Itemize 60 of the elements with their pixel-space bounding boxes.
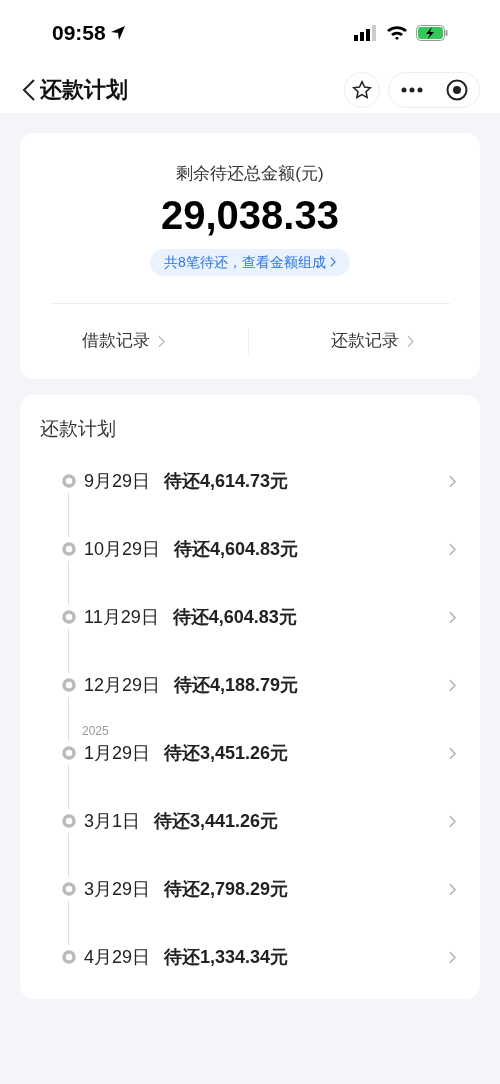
- detail-link[interactable]: 共8笔待还，查看金额组成: [150, 248, 350, 276]
- plan-row[interactable]: 11月29日 待还4,604.83元: [40, 605, 456, 629]
- star-icon: [352, 79, 372, 100]
- chevron-right-icon: [449, 610, 456, 624]
- chevron-right-icon: [407, 334, 414, 348]
- page-title: 还款计划: [40, 76, 128, 104]
- due-amount: 待还3,451.26元: [164, 741, 290, 765]
- due-amount: 待还2,798.29元: [164, 877, 290, 901]
- plan-row[interactable]: 10月29日 待还4,604.83元: [40, 537, 456, 561]
- close-target-icon[interactable]: [445, 78, 468, 101]
- due-amount: 待还1,334.34元: [164, 945, 290, 969]
- due-amount: 待还3,441.26元: [154, 809, 280, 833]
- due-date: 3月1日: [84, 809, 141, 833]
- plan-title: 还款计划: [40, 416, 117, 441]
- timeline-dot-icon: [62, 542, 76, 556]
- chevron-right-icon: [449, 542, 456, 556]
- wifi-icon: [386, 25, 408, 41]
- chevron-right-icon: [449, 882, 456, 896]
- plan-row[interactable]: 1月29日 待还3,451.26元: [40, 741, 456, 765]
- timeline-dot-icon: [62, 882, 76, 896]
- timeline-dot-icon: [62, 950, 76, 964]
- due-date: 4月29日: [84, 945, 151, 969]
- chevron-right-icon: [329, 257, 336, 267]
- due-amount: 待还4,188.79元: [174, 673, 300, 697]
- due-date: 1月29日: [84, 741, 151, 765]
- plan-row[interactable]: 4月29日 待还1,334.34元: [40, 945, 456, 969]
- due-date: 12月29日: [84, 673, 161, 697]
- year-label: 2025: [82, 723, 109, 739]
- status-time: 09:58: [52, 20, 106, 47]
- record-link[interactable]: 借款记录: [82, 328, 165, 354]
- due-date: 3月29日: [84, 877, 151, 901]
- due-date: 10月29日: [84, 537, 161, 561]
- location-arrow-icon: [109, 25, 126, 41]
- total-amount: 29,038.33: [161, 191, 339, 239]
- due-date: 9月29日: [84, 469, 151, 493]
- chevron-right-icon: [158, 334, 165, 348]
- plan-row[interactable]: 3月1日 待还3,441.26元: [40, 809, 456, 833]
- back-icon[interactable]: [22, 77, 36, 102]
- due-amount: 待还4,604.83元: [174, 537, 300, 561]
- chevron-right-icon: [449, 746, 456, 760]
- chevron-right-icon: [449, 950, 456, 964]
- timeline-dot-icon: [62, 746, 76, 760]
- timeline-dot-icon: [62, 678, 76, 692]
- chevron-right-icon: [449, 678, 456, 692]
- more-icon[interactable]: [400, 86, 423, 93]
- timeline-dot-icon: [62, 474, 76, 488]
- due-amount: 待还4,614.73元: [164, 469, 290, 493]
- chevron-right-icon: [449, 474, 456, 488]
- due-amount: 待还4,604.83元: [172, 605, 298, 629]
- battery-charging-icon: [416, 25, 448, 41]
- record-link[interactable]: 还款记录: [331, 328, 414, 354]
- plan-row[interactable]: 12月29日 待还4,188.79元: [40, 673, 456, 697]
- signal-icon: [354, 25, 378, 41]
- due-date: 11月29日: [84, 605, 159, 629]
- plan-row[interactable]: 3月29日 待还2,798.29元: [40, 877, 456, 901]
- timeline-dot-icon: [62, 610, 76, 624]
- summary-label: 剩余待还总金额(元): [176, 163, 324, 185]
- chevron-right-icon: [449, 814, 456, 828]
- timeline-dot-icon: [62, 814, 76, 828]
- plan-row[interactable]: 9月29日 待还4,614.73元: [40, 469, 456, 493]
